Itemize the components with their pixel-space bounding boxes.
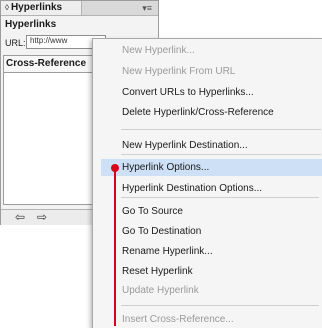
go-to-source-arrow-icon[interactable]: ⇦ <box>15 210 25 225</box>
menu-item-delete-hyperlink[interactable]: Delete Hyperlink/Cross-Reference <box>122 106 274 120</box>
menu-item-go-to-source[interactable]: Go To Source <box>122 205 183 219</box>
callout-line <box>114 168 116 326</box>
menu-item-rename-hyperlink[interactable]: Rename Hyperlink... <box>122 245 213 259</box>
menu-item-new-hyperlink[interactable]: New Hyperlink... <box>122 44 195 58</box>
menu-item-new-hyperlink-from-url[interactable]: New Hyperlink From URL <box>122 65 235 79</box>
callout-dot <box>111 164 119 172</box>
menu-item-hyperlink-destination-options[interactable]: Hyperlink Destination Options... <box>122 182 262 196</box>
menu-separator <box>121 154 321 155</box>
panel-menu-icon[interactable]: ▾≡ <box>142 1 152 15</box>
go-to-destination-arrow-icon[interactable]: ⇨ <box>37 210 47 225</box>
menu-item-update-hyperlink[interactable]: Update Hyperlink <box>122 284 199 298</box>
panel-title: Hyperlinks <box>5 19 57 30</box>
url-label: URL: <box>5 38 26 48</box>
menu-item-reset-hyperlink[interactable]: Reset Hyperlink <box>122 265 193 279</box>
menu-item-hyperlink-options[interactable]: Hyperlink Options... <box>122 161 209 175</box>
menu-item-new-hyperlink-destination[interactable]: New Hyperlink Destination... <box>122 139 248 153</box>
menu-separator <box>121 305 319 306</box>
menu-separator <box>121 129 321 130</box>
menu-item-go-to-destination[interactable]: Go To Destination <box>122 225 201 239</box>
menu-separator <box>121 197 319 198</box>
tab-label: Hyperlinks <box>10 2 63 13</box>
tab-expand-icon: ◊ <box>5 3 9 12</box>
tab-hyperlinks[interactable]: ◊ Hyperlinks <box>1 1 82 15</box>
menu-item-insert-cross-reference[interactable]: Insert Cross-Reference... <box>122 313 234 327</box>
panel-tab-bar: ◊ Hyperlinks ▾≡ <box>1 1 158 16</box>
menu-item-convert-urls[interactable]: Convert URLs to Hyperlinks... <box>122 86 254 100</box>
